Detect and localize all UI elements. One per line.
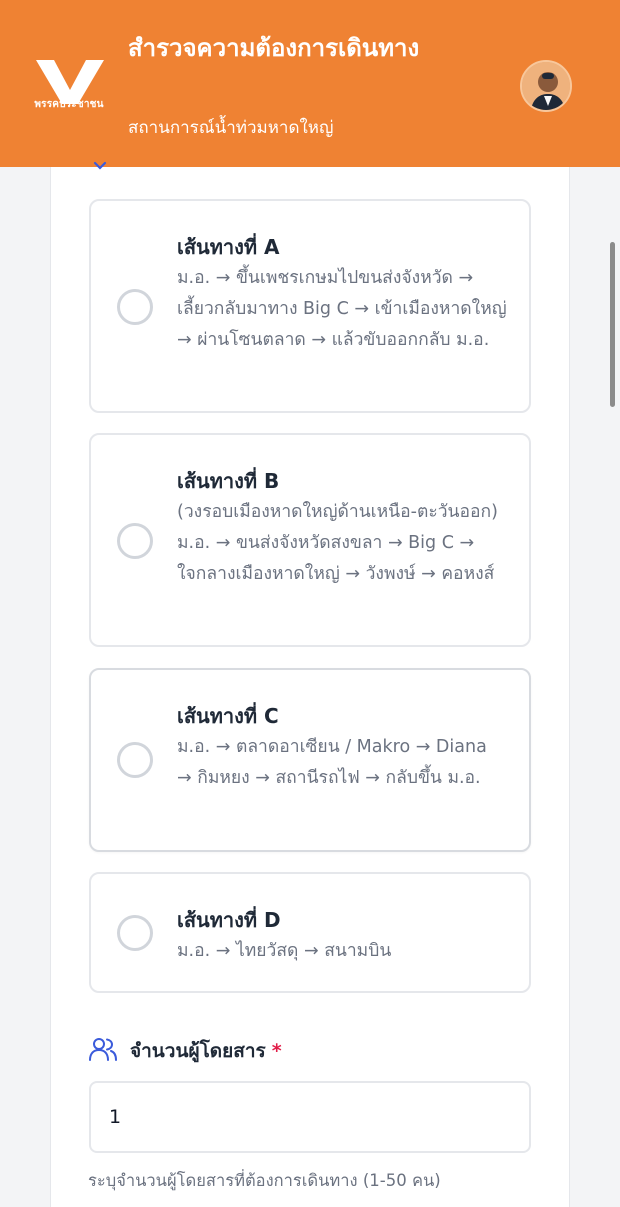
required-mark: * [271,1040,282,1062]
chevron-down-icon [93,161,107,170]
route-description: ม.อ. → ไทยวัสดุ → สนามบิน [177,941,392,961]
app-header: พรรคประชาชน สำรวจความต้องการเดินทาง สถาน… [0,0,620,167]
page-title: สำรวจความต้องการเดินทาง [128,34,420,62]
users-icon [89,1038,117,1061]
route-option-d[interactable]: เส้นทางที่ D ม.อ. → ไทยวัสดุ → สนามบิน [89,872,531,993]
route-option-a[interactable]: เส้นทางที่ A ม.อ. → ขึ้นเพชรเกษมไปขนส่งจ… [89,199,531,413]
passengers-label-text: จำนวนผู้โดยสาร [130,1040,266,1062]
passengers-input[interactable] [89,1081,531,1153]
route-title: เส้นทางที่ A [177,235,280,259]
route-description: ม.อ. → ตลาดอาเซียน / Makro → Diana → กิม… [177,737,487,788]
route-title: เส้นทางที่ C [177,704,279,728]
avatar-image [522,62,570,110]
radio-route-a[interactable] [117,289,153,325]
scrollbar-thumb[interactable] [610,242,615,407]
passengers-help-text: ระบุจำนวนผู้โดยสารที่ต้องการเดินทาง (1-5… [88,1171,441,1190]
logo-caption: พรรคประชาชน [34,99,104,110]
route-title: เส้นทางที่ B [177,469,280,493]
user-avatar[interactable] [520,60,572,112]
passengers-label: จำนวนผู้โดยสาร * [130,1036,282,1066]
route-option-b[interactable]: เส้นทางที่ B (วงรอบเมืองหาดใหญ่ด้านเหนือ… [89,433,531,647]
route-option-c[interactable]: เส้นทางที่ C ม.อ. → ตลาดอาเซียน / Makro … [89,668,531,852]
radio-route-b[interactable] [117,523,153,559]
radio-route-d[interactable] [117,915,153,951]
route-title: เส้นทางที่ D [177,908,281,932]
route-description: ม.อ. → ขึ้นเพชรเกษมไปขนส่งจังหวัด → เลี้… [177,268,507,350]
route-description: (วงรอบเมืองหาดใหญ่ด้านเหนือ-ตะวันออก) ม.… [177,502,498,584]
page-subtitle: สถานการณ์น้ำท่วมหาดใหญ่ [128,118,334,138]
radio-route-c[interactable] [117,742,153,778]
